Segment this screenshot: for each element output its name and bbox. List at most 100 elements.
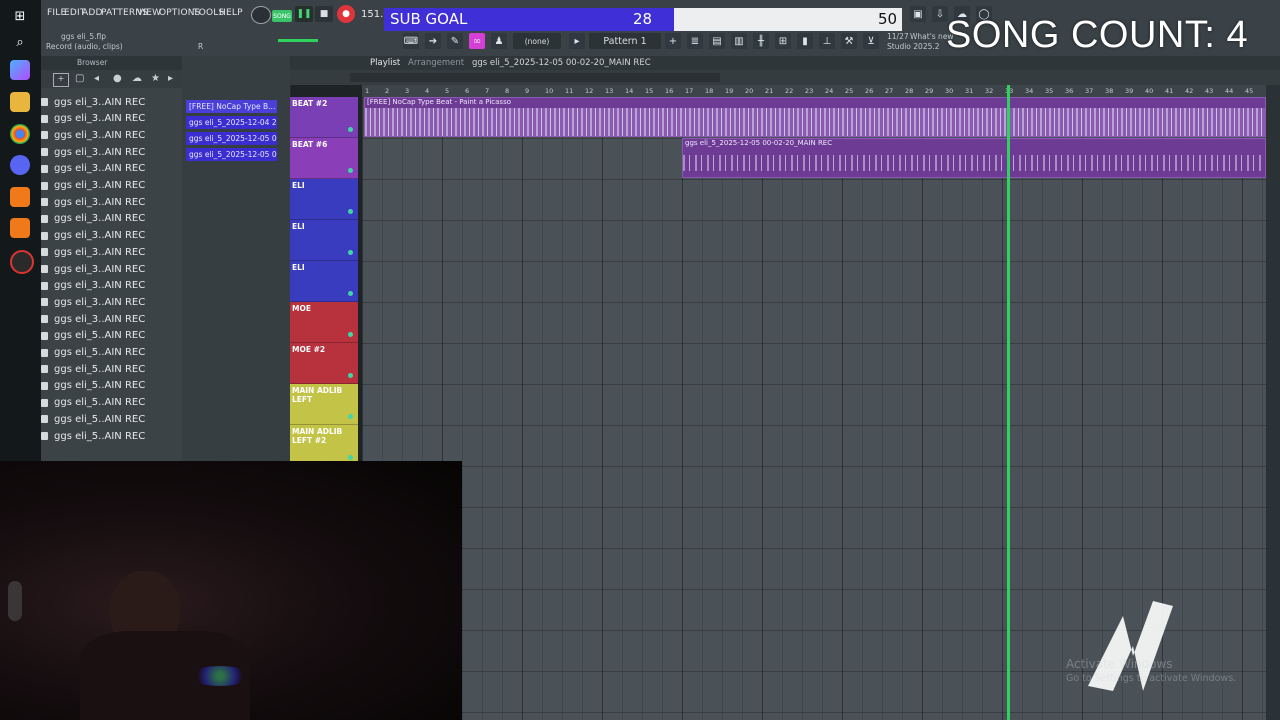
browser-header: Browser [41,56,182,70]
song-mode-toggle[interactable]: SONG [272,10,292,22]
metronome-knob[interactable] [251,6,271,24]
picker-item[interactable]: ggs eli_5_2025-12-04 23... [186,116,277,129]
browser-expand-icon[interactable]: + [53,73,69,87]
playlist-icon[interactable]: ≣ [687,33,703,49]
channel-rack-icon[interactable]: ▥ [731,33,747,49]
keyboard-icon[interactable]: ⌨ [403,33,419,49]
ruler-bar-number: 39 [1125,87,1134,95]
cart-icon[interactable]: ⊻ [863,33,879,49]
stop-button[interactable]: ■ [315,6,333,22]
browser-file-row[interactable]: ggs eli_5..AIN REC [41,428,181,444]
add-pattern-icon[interactable]: + [665,33,681,49]
menu-help[interactable]: HELP [219,8,243,18]
chrome-icon[interactable] [10,124,30,144]
menu-view[interactable]: VIEW [137,8,161,18]
track-header[interactable]: MAIN ADLIB LEFT #2 [290,425,358,466]
copilot-icon[interactable] [10,60,30,80]
windows-start-icon[interactable]: ⊞ [10,6,30,26]
browser-icon[interactable]: ⊞ [775,33,791,49]
plugin-icon[interactable]: ▮ [797,33,813,49]
snap-select[interactable]: (none) [513,33,561,49]
browser-file-row[interactable]: ggs eli_3..AIN REC [41,194,181,210]
picker-item[interactable]: ggs eli_5_2025-12-05 00... [186,132,277,145]
link-icon[interactable]: ∞ [469,33,485,49]
fl-studio-icon[interactable] [10,187,30,207]
browser-file-row[interactable]: ggs eli_3..AIN REC [41,161,181,177]
track-header[interactable]: BEAT #6 [290,138,358,179]
browser-file-row[interactable]: ggs eli_5..AIN REC [41,395,181,411]
track-mute-led[interactable] [348,373,353,378]
browser-star-icon[interactable]: ★ [151,73,160,84]
arrow-right-icon[interactable]: ➔ [425,33,441,49]
browser-file-row[interactable]: ggs eli_3..AIN REC [41,111,181,127]
playhead[interactable] [1007,85,1010,720]
horizontal-scrollbar[interactable] [350,73,720,82]
track-mute-led[interactable] [348,250,353,255]
browser-file-row[interactable]: ggs eli_3..AIN REC [41,94,181,110]
record-button[interactable]: ● [337,5,355,23]
browser-file-row[interactable]: ggs eli_5..AIN REC [41,345,181,361]
brush-icon[interactable]: ✎ [447,33,463,49]
audio-clip-beat[interactable]: [FREE] NoCap Type Beat - Paint a Picasso [364,97,1266,137]
arrow-pattern-icon[interactable]: ▸ [569,33,585,49]
browser-file-row[interactable]: ggs eli_5..AIN REC [41,411,181,427]
track-mute-led[interactable] [348,209,353,214]
track-header[interactable]: BEAT #2 [290,97,358,138]
track-header[interactable]: ELI [290,179,358,220]
track-mute-led[interactable] [348,291,353,296]
track-header[interactable]: MOE [290,302,358,343]
discord-icon[interactable] [10,155,30,175]
piano-roll-icon[interactable]: ▤ [709,33,725,49]
track-header[interactable]: MOE #2 [290,343,358,384]
browser-file-row[interactable]: ggs eli_3..AIN REC [41,144,181,160]
track-mute-led[interactable] [348,332,353,337]
browser-files-icon[interactable]: ▢ [75,73,84,84]
timeline-ruler[interactable]: 1 2 3 4 5 6 7 8 9 10 11 12 13 14 15 16 17 18 19 20 21 22 23 24 2… [362,85,1270,97]
browser-file-row[interactable]: ggs eli_3..AIN REC [41,311,181,327]
pin-icon[interactable]: ⊥ [819,33,835,49]
track-mute-led[interactable] [348,168,353,173]
audio-file-icon [41,348,48,357]
track-header[interactable]: ELI [290,220,358,261]
browser-file-row[interactable]: ggs eli_3..AIN REC [41,178,181,194]
news-counter: 11/27 [887,32,909,41]
menu-add[interactable]: ADD [82,8,103,18]
track-mute-led[interactable] [348,455,353,460]
vertical-scrollbar[interactable] [1266,85,1280,720]
pattern-select[interactable]: Pattern 1 [589,33,661,49]
audio-file-icon [41,381,48,390]
browser-file-label: ggs eli_3..AIN REC [54,246,146,258]
play-button[interactable]: ❚❚ [295,6,313,22]
browser-file-row[interactable]: ggs eli_3..AIN REC [41,244,181,260]
picker-item[interactable]: [FREE] NoCap Type B... [186,100,277,113]
browser-file-row[interactable]: ggs eli_5..AIN REC [41,378,181,394]
browser-file-row[interactable]: ggs eli_3..AIN REC [41,211,181,227]
browser-file-row[interactable]: ggs eli_3..AIN REC [41,294,181,310]
browser-file-row[interactable]: ggs eli_5..AIN REC [41,361,181,377]
obs-icon[interactable] [10,250,34,274]
browser-file-row[interactable]: ggs eli_5..AIN REC [41,328,181,344]
tools-icon[interactable]: ⚒ [841,33,857,49]
browser-file-row[interactable]: ggs eli_3..AIN REC [41,127,181,143]
browser-back-icon[interactable]: ◂ [94,73,99,84]
track-header[interactable]: MAIN ADLIB LEFT [290,384,358,425]
fl-studio-active-icon[interactable] [10,218,30,238]
save-icon[interactable]: ▣ [910,6,926,22]
browser-file-row[interactable]: ggs eli_3..AIN REC [41,278,181,294]
track-mute-led[interactable] [348,127,353,132]
ruler-bar-number: 28 [905,87,914,95]
audio-clip-vocal[interactable]: ggs eli_5_2025-12-05 00-02-20_MAIN REC [682,138,1266,178]
browser-file-row[interactable]: ggs eli_3..AIN REC [41,228,181,244]
browser-cloud-icon[interactable]: ☁ [132,73,142,84]
file-explorer-icon[interactable] [10,92,30,112]
browser-plugin-icon[interactable]: ● [113,73,122,84]
search-icon[interactable]: ⌕ [10,32,30,52]
track-header[interactable]: ELI [290,261,358,302]
stamp-icon[interactable]: ♟ [491,33,507,49]
master-volume-slider[interactable] [278,39,318,42]
picker-item[interactable]: ggs eli_5_2025-12-05 00... [186,148,277,161]
mixer-icon[interactable]: ╫ [753,33,769,49]
browser-more-icon[interactable]: ▸ [168,73,173,84]
track-mute-led[interactable] [348,414,353,419]
browser-file-row[interactable]: ggs eli_3..AIN REC [41,261,181,277]
